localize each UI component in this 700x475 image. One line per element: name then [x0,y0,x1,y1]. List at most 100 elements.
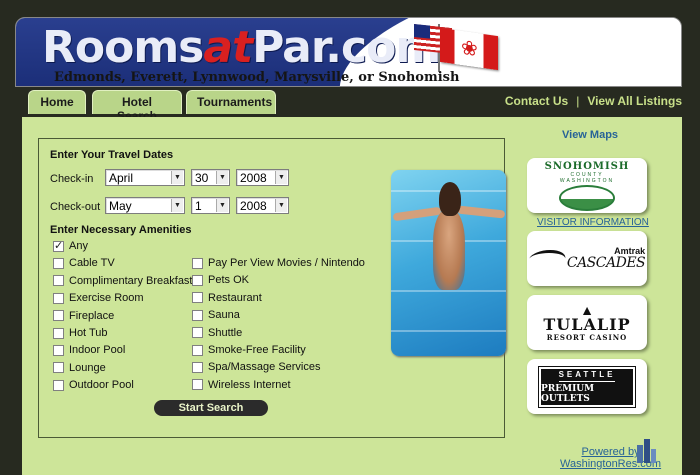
amenity-label: Exercise Room [69,292,144,305]
site-banner: RoomsatPar.com Edmonds, Everett, Lynnwoo… [15,17,682,87]
travel-dates-title: Enter Your Travel Dates [50,149,174,161]
dropdown-arrow-icon: ▼ [275,171,287,184]
amenity-checkbox[interactable] [53,362,64,374]
amenity-option[interactable]: Wireless Internet [192,379,291,391]
checkin-year-value: 2008 [240,171,267,185]
amenity-label: Pets OK [208,274,249,287]
amenity-option[interactable]: Spa/Massage Services [192,361,321,373]
amenity-checkbox[interactable] [192,344,203,356]
premium-outlets-label: PREMIUM OUTLETS [541,383,595,404]
checkin-year-select[interactable]: 2008 ▼ [236,169,289,186]
dropdown-arrow-icon: ▼ [171,171,183,184]
logo-part-at: at [203,22,253,73]
amenity-checkbox[interactable] [53,344,64,356]
flags-icon [414,24,504,72]
dropdown-arrow-icon: ▼ [275,199,287,212]
checkin-month-value: April [109,171,134,185]
amenity-option[interactable]: Smoke-Free Facility [192,344,306,356]
amenity-label: Fireplace [69,309,115,322]
snohomish-county-ad[interactable]: SNOHOMISH COUNTY WASHINGTON [527,158,647,213]
amenity-checkbox[interactable] [53,327,64,339]
amenity-checkbox[interactable] [53,292,64,304]
snohomish-logo-icon [559,184,615,211]
visitor-information-link[interactable]: VISITOR INFORMATION [537,217,649,228]
amenity-label: Outdoor Pool [69,379,134,392]
amenity-label: Sauna [208,309,240,322]
checkout-year-value: 2008 [240,199,267,213]
nav-bar: Home Hotel Search Tournaments Contact Us… [22,87,682,123]
snohomish-state: WASHINGTON [559,177,615,184]
checkin-label: Check-in [50,173,94,185]
tab-hotel-search[interactable]: Hotel Search [92,90,182,123]
amenity-label: Complimentary Breakfast [69,274,193,287]
amenity-checkbox[interactable] [192,379,203,391]
amenity-option[interactable]: Fireplace [53,310,114,322]
amenity-option[interactable]: Exercise Room [53,292,144,304]
amenity-option[interactable]: Lounge [53,362,106,374]
logo-part-rooms: Rooms [42,22,204,73]
amenity-label: Wireless Internet [208,378,291,391]
checkin-month-select[interactable]: April ▼ [105,169,185,186]
tab-home[interactable]: Home [28,90,86,114]
amenity-label: Spa/Massage Services [208,361,321,374]
dropdown-arrow-icon: ▼ [216,199,228,212]
amenity-option[interactable]: Cable TV [53,257,115,269]
amenity-option[interactable]: Sauna [192,309,240,321]
amenity-label: Pay Per View Movies / Nintendo [208,257,365,269]
tulalip-resort-ad[interactable]: ▲ TULALIP RESORT CASINO [527,295,647,350]
amenity-checkbox[interactable] [192,292,203,304]
start-search-button[interactable]: Start Search [154,400,268,416]
amenity-option[interactable]: Hot Tub [53,327,108,339]
amenity-option[interactable]: Shuttle [192,327,242,339]
amenity-checkbox[interactable] [192,309,203,321]
checkout-day-select[interactable]: 1 ▼ [191,197,230,214]
view-all-listings-link[interactable]: View All Listings [587,94,682,108]
building-icon [637,439,656,463]
tab-tournaments[interactable]: Tournaments [186,90,276,114]
amenity-label: Shuttle [208,326,243,339]
amenity-checkbox[interactable] [53,239,64,252]
amenity-checkbox[interactable] [192,257,203,269]
seattle-premium-outlets-ad[interactable]: SEATTLE PREMIUM OUTLETS [527,359,647,414]
amenity-checkbox[interactable] [192,274,203,286]
amenity-option[interactable]: Restaurant [192,292,262,304]
amenity-checkbox[interactable] [53,275,64,287]
site-logo[interactable]: RoomsatPar.com [42,22,441,73]
snohomish-title: SNOHOMISH [544,160,630,172]
contact-us-link[interactable]: Contact Us [505,94,568,108]
amenity-option[interactable]: Any [53,239,88,252]
amenity-option[interactable]: Pay Per View Movies / Nintendo [192,257,365,269]
nav-links: Contact Us | View All Listings [505,94,682,108]
logo-part-par: Par.com [252,22,441,73]
view-maps-link[interactable]: View Maps [562,129,618,141]
checkin-day-select[interactable]: 30 ▼ [191,169,230,186]
amenity-option[interactable]: Indoor Pool [53,344,125,356]
amenity-checkbox[interactable] [192,361,203,373]
checkout-day-value: 1 [195,199,202,213]
canada-flag-icon [440,27,498,71]
amenity-checkbox[interactable] [53,257,64,269]
checkout-year-select[interactable]: 2008 ▼ [236,197,289,214]
seattle-label: SEATTLE [558,370,616,382]
amenity-option[interactable]: Outdoor Pool [53,379,134,391]
tulalip-name: TULALIP [543,315,631,334]
amenity-label: Cable TV [69,257,115,270]
checkout-label: Check-out [50,201,101,213]
cities-tagline: Edmonds, Everett, Lynnwood, Marysville, … [54,70,460,85]
amenity-checkbox[interactable] [53,310,64,322]
pool-swimmer-photo [391,170,506,356]
amenity-label: Lounge [69,361,106,374]
amenity-label: Restaurant [208,291,262,304]
amenity-label: Hot Tub [69,327,108,339]
amenity-checkbox[interactable] [192,327,203,339]
amtrak-cascades-ad[interactable]: Amtrak CASCADES [527,231,647,286]
checkin-day-value: 30 [195,171,209,185]
amenity-option[interactable]: Complimentary Breakfast [53,275,193,287]
amenity-checkbox[interactable] [53,379,64,391]
amenity-option[interactable]: Pets OK [192,274,249,286]
hotel-search-form: Enter Your Travel Dates Check-in April ▼ … [38,138,506,438]
amenity-label: Indoor Pool [69,344,126,357]
amenity-label: Any [69,240,88,252]
checkout-month-select[interactable]: May ▼ [105,197,185,214]
amenities-title: Enter Necessary Amenities [50,224,192,236]
